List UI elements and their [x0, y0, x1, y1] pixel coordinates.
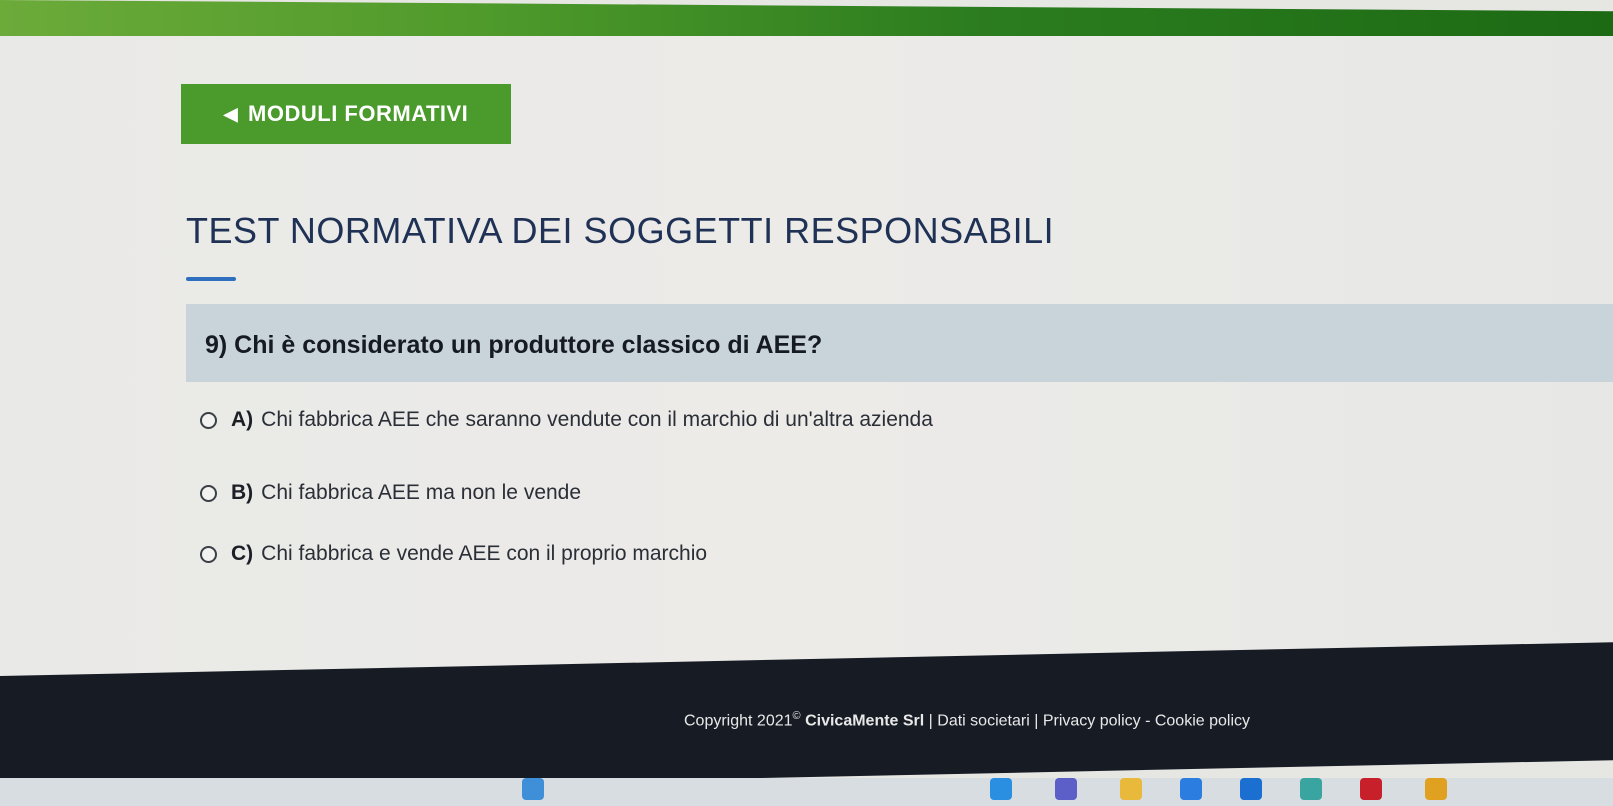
option-c-text: Chi fabbrica e vende AEE con il proprio …: [261, 542, 708, 565]
option-a[interactable]: A) Chi fabbrica AEE che saranno vendute …: [200, 408, 933, 432]
option-a-letter: A): [231, 408, 254, 431]
option-b-letter: B): [231, 481, 254, 504]
footer-separator: |: [1029, 712, 1043, 730]
option-a-radio[interactable]: [200, 411, 217, 429]
option-b[interactable]: B) Chi fabbrica AEE ma non le vende: [200, 481, 581, 505]
copyright-symbol: ©: [792, 710, 801, 722]
footer-link-cookie-policy[interactable]: Cookie policy: [1155, 712, 1250, 729]
option-c-letter: C): [231, 542, 254, 565]
footer-link-dati-societari[interactable]: Dati societari: [937, 712, 1029, 729]
footer-separator: -: [1140, 712, 1155, 730]
footer-company: CivicaMente Srl: [800, 712, 925, 730]
question-text: 9) Chi è considerato un produttore class…: [205, 331, 823, 359]
mcafee-icon[interactable]: [1360, 778, 1382, 800]
back-to-modules-button[interactable]: ◀ MODULI FORMATIVI: [181, 84, 511, 144]
footer-text: Copyright 2021© CivicaMente Srl | Dati s…: [684, 710, 1250, 730]
footer-separator: |: [924, 712, 938, 730]
option-b-text: Chi fabbrica AEE ma non le vende: [261, 481, 582, 504]
teams-icon[interactable]: [1055, 778, 1077, 800]
chrome-icon[interactable]: [1425, 778, 1447, 800]
store-icon[interactable]: [1180, 778, 1202, 800]
footer-link-privacy-policy[interactable]: Privacy policy: [1043, 712, 1141, 729]
edge-browser-icon[interactable]: [990, 778, 1012, 800]
file-explorer-icon[interactable]: [1120, 778, 1142, 800]
back-button-label: MODULI FORMATIVI: [248, 101, 469, 126]
mail-icon[interactable]: [1240, 778, 1262, 800]
title-underline: [186, 277, 236, 281]
option-c-radio[interactable]: [200, 545, 217, 563]
back-arrow-icon: ◀: [223, 103, 239, 124]
widgets-icon[interactable]: [522, 778, 544, 800]
option-a-text: Chi fabbrica AEE che saranno vendute con…: [261, 408, 933, 431]
photos-icon[interactable]: [1300, 778, 1322, 800]
footer-copyright: Copyright 2021: [684, 712, 793, 730]
page-title: TEST NORMATIVA DEI SOGGETTI RESPONSABILI: [186, 210, 1055, 251]
option-c[interactable]: C) Chi fabbrica e vende AEE con il propr…: [200, 542, 707, 566]
option-b-radio[interactable]: [200, 484, 217, 502]
